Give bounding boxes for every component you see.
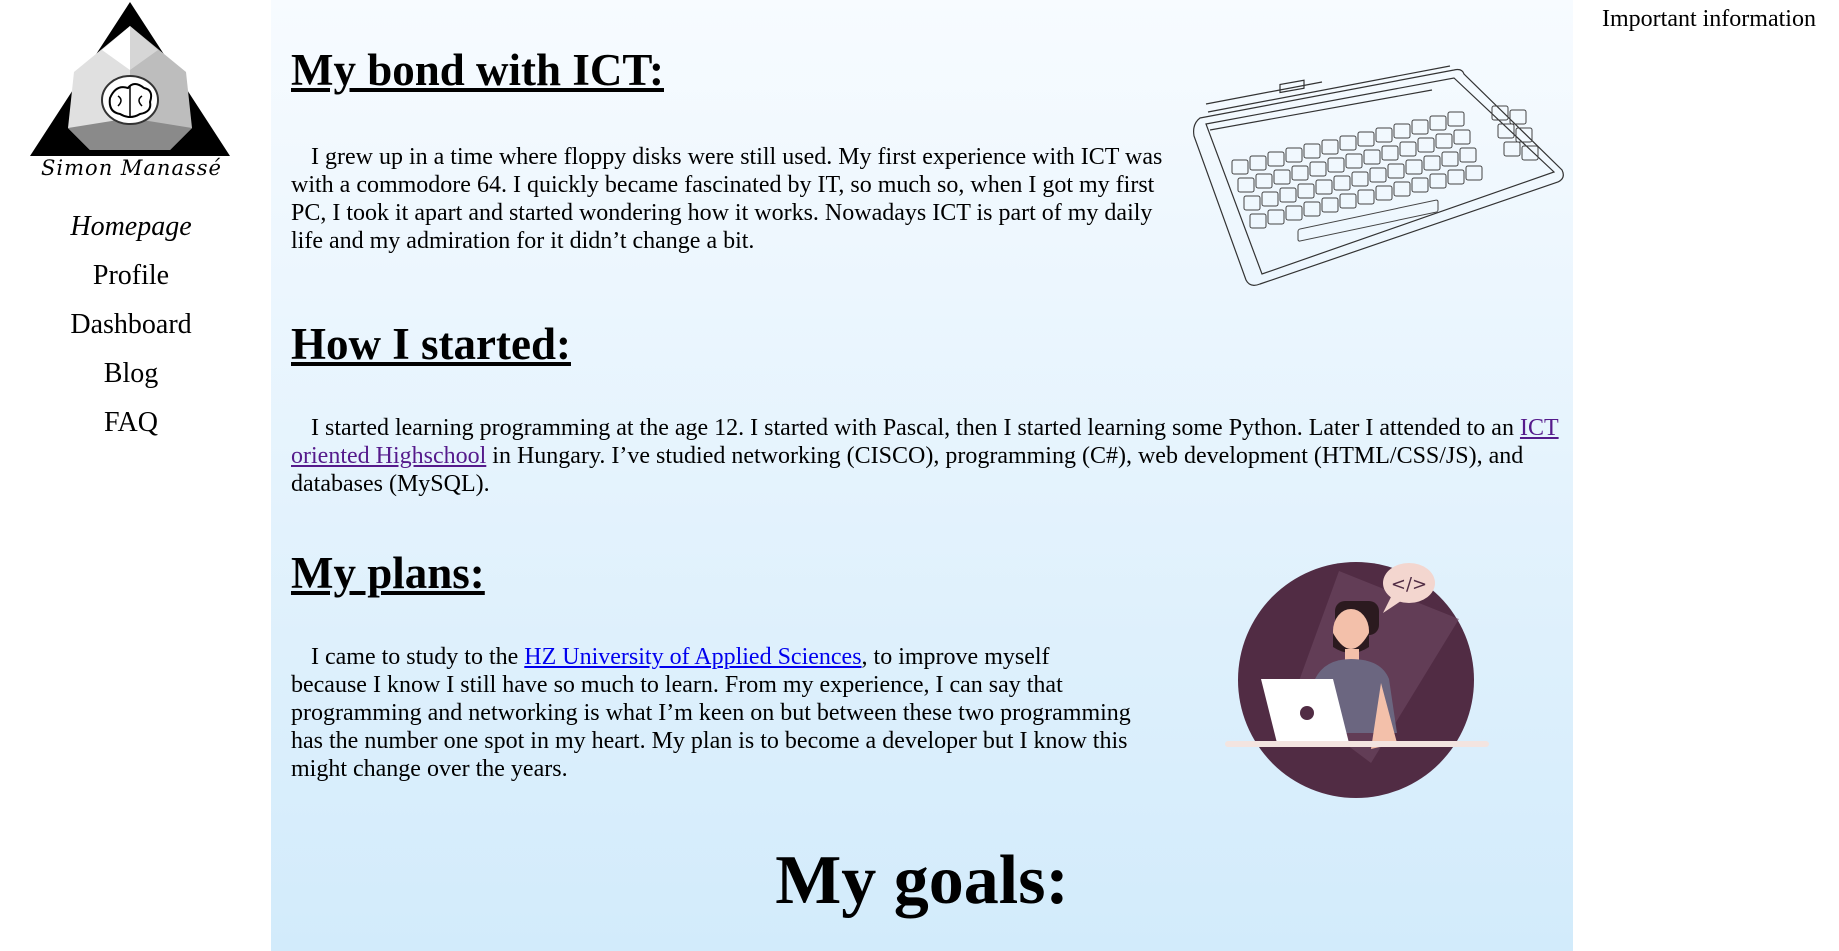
bond-title: My bond with ICT: [291, 45, 664, 95]
site-logo[interactable]: Simon Manassé [30, 0, 230, 185]
keyboard-illustration-icon [1193, 65, 1564, 286]
nav-item-dashboard[interactable]: Dashboard [0, 300, 262, 349]
page: Simon Manassé Homepage Profile Dashboard… [0, 0, 1839, 951]
logo-name: Simon Manassé [41, 156, 222, 180]
code-bubble-text: </> [1391, 574, 1427, 595]
nav-item-profile[interactable]: Profile [0, 251, 262, 300]
goals-title: My goals: [775, 842, 1069, 919]
logo-triangle-icon [30, 2, 230, 156]
plans-text-before: I came to study to the [311, 644, 525, 670]
started-paragraph: I started learning programming at the ag… [291, 414, 1561, 498]
plans-title: My plans: [291, 548, 485, 598]
main-content: My bond with ICT: I grew up in a time wh… [271, 0, 1573, 951]
bond-paragraph: I grew up in a time where floppy disks w… [291, 144, 1163, 254]
hz-university-link[interactable]: HZ University of Applied Sciences [524, 644, 861, 670]
sidebar: Simon Manassé Homepage Profile Dashboard… [0, 0, 272, 951]
started-title: How I started: [291, 319, 571, 369]
developer-illustration-icon: </> [1225, 562, 1489, 798]
important-information-heading: Important information [1602, 6, 1816, 32]
nav-item-faq[interactable]: FAQ [0, 398, 262, 447]
nav-item-homepage[interactable]: Homepage [0, 202, 262, 251]
nav-item-blog[interactable]: Blog [0, 349, 262, 398]
plans-paragraph: I came to study to the HZ University of … [291, 643, 1131, 783]
main-nav: Homepage Profile Dashboard Blog FAQ [0, 202, 262, 447]
started-text-before: I started learning programming at the ag… [311, 415, 1520, 441]
